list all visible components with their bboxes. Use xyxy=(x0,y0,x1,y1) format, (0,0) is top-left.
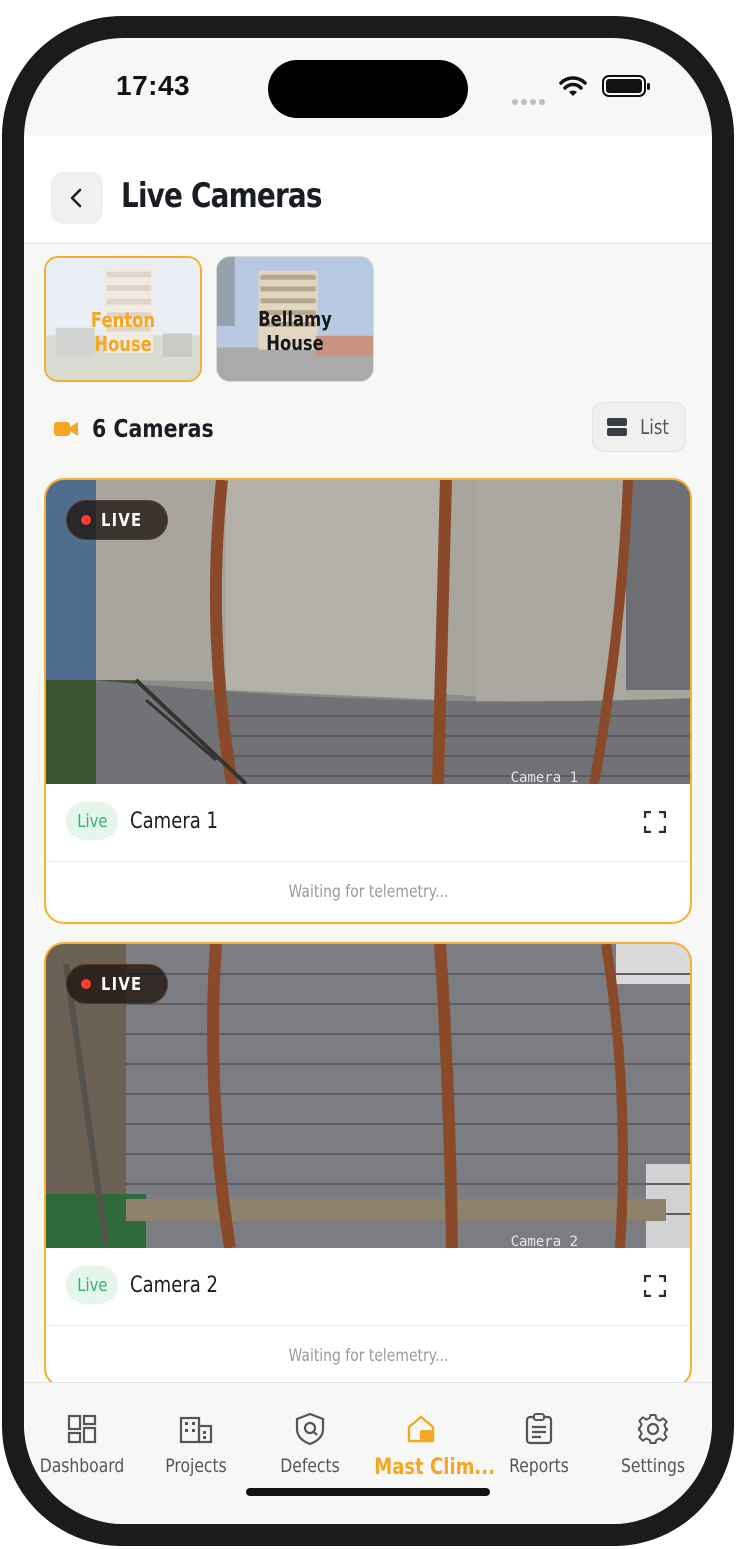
dashboard-icon xyxy=(67,1414,97,1444)
property-name: Fenton House xyxy=(90,308,156,356)
fullscreen-icon[interactable] xyxy=(644,811,666,833)
live-dot-icon xyxy=(81,515,91,525)
tab-label: Mast Clim... xyxy=(374,1455,495,1480)
camera-name: Camera 1 xyxy=(130,809,219,834)
signal-icon xyxy=(512,92,548,110)
tab-projects[interactable]: Projects xyxy=(139,1409,253,1477)
building-icon xyxy=(179,1416,213,1444)
top-header: Live Cameras xyxy=(24,136,712,244)
camera-feed[interactable]: LIVE Camera 2 xyxy=(46,944,690,1248)
list-view-button[interactable]: List xyxy=(592,402,686,452)
camera-card[interactable]: LIVE Camera 1 Live Camera 1 Waiting for … xyxy=(44,478,692,924)
dynamic-island xyxy=(268,60,468,118)
camera-info-row: Live Camera 2 xyxy=(46,1248,690,1326)
phone-frame: 17:43 Live Cameras Fenton House Bellamy … xyxy=(2,16,734,1546)
property-tile-bellamy-house[interactable]: Bellamy House xyxy=(216,256,374,382)
tab-defects[interactable]: Defects xyxy=(253,1409,367,1477)
page-title: Live Cameras xyxy=(121,176,322,216)
bottom-tab-bar: Dashboard Projects Defects Mast Clim... … xyxy=(24,1382,712,1524)
gear-icon xyxy=(638,1414,668,1444)
telemetry-status: Waiting for telemetry... xyxy=(288,882,448,902)
app-screen: 17:43 Live Cameras Fenton House Bellamy … xyxy=(24,38,712,1524)
live-status-pill: LIVE xyxy=(66,964,169,1004)
tab-reports[interactable]: Reports xyxy=(482,1409,596,1477)
shield-icon xyxy=(295,1412,325,1446)
camera-feed-overlay-text: Camera 2 xyxy=(510,1234,578,1248)
camera-info-row: Live Camera 1 xyxy=(46,784,690,862)
telemetry-status: Waiting for telemetry... xyxy=(288,1346,448,1366)
property-tile-fenton-house[interactable]: Fenton House xyxy=(44,256,202,382)
fullscreen-icon[interactable] xyxy=(644,1275,666,1297)
tab-label: Reports xyxy=(509,1455,569,1477)
video-camera-icon xyxy=(54,421,78,436)
tab-settings[interactable]: Settings xyxy=(596,1409,710,1477)
tab-dashboard[interactable]: Dashboard xyxy=(25,1409,139,1477)
camera-feed[interactable]: LIVE Camera 1 xyxy=(46,480,690,784)
tab-label: Defects xyxy=(280,1455,340,1477)
camera-count-label: 6 Cameras xyxy=(92,414,214,443)
camera-feed-overlay-text: Camera 1 xyxy=(510,770,578,784)
live-badge: Live xyxy=(66,802,118,840)
camera-card[interactable]: LIVE Camera 2 Live Camera 2 Waiting for … xyxy=(44,942,692,1388)
wifi-icon xyxy=(558,76,588,103)
tab-mast-climbers[interactable]: Mast Clim... xyxy=(364,1409,495,1480)
clipboard-icon xyxy=(525,1413,553,1445)
home-indicator xyxy=(246,1488,490,1496)
chevron-left-icon xyxy=(70,188,82,208)
battery-icon xyxy=(602,75,650,97)
property-name: Bellamy House xyxy=(258,307,332,355)
live-dot-icon xyxy=(81,979,91,989)
tab-label: Projects xyxy=(165,1455,227,1477)
status-bar: 17:43 xyxy=(24,38,712,136)
status-time: 17:43 xyxy=(116,70,191,101)
mast-climber-icon xyxy=(407,1415,435,1443)
live-status-pill: LIVE xyxy=(66,500,169,540)
list-view-label: List xyxy=(639,415,669,439)
camera-name: Camera 2 xyxy=(130,1273,219,1298)
back-button[interactable] xyxy=(51,172,103,224)
list-icon xyxy=(606,418,627,436)
camera-count: 6 Cameras xyxy=(54,414,240,443)
live-badge: Live xyxy=(66,1266,118,1304)
tab-label: Dashboard xyxy=(39,1455,125,1477)
tab-label: Settings xyxy=(621,1455,685,1477)
